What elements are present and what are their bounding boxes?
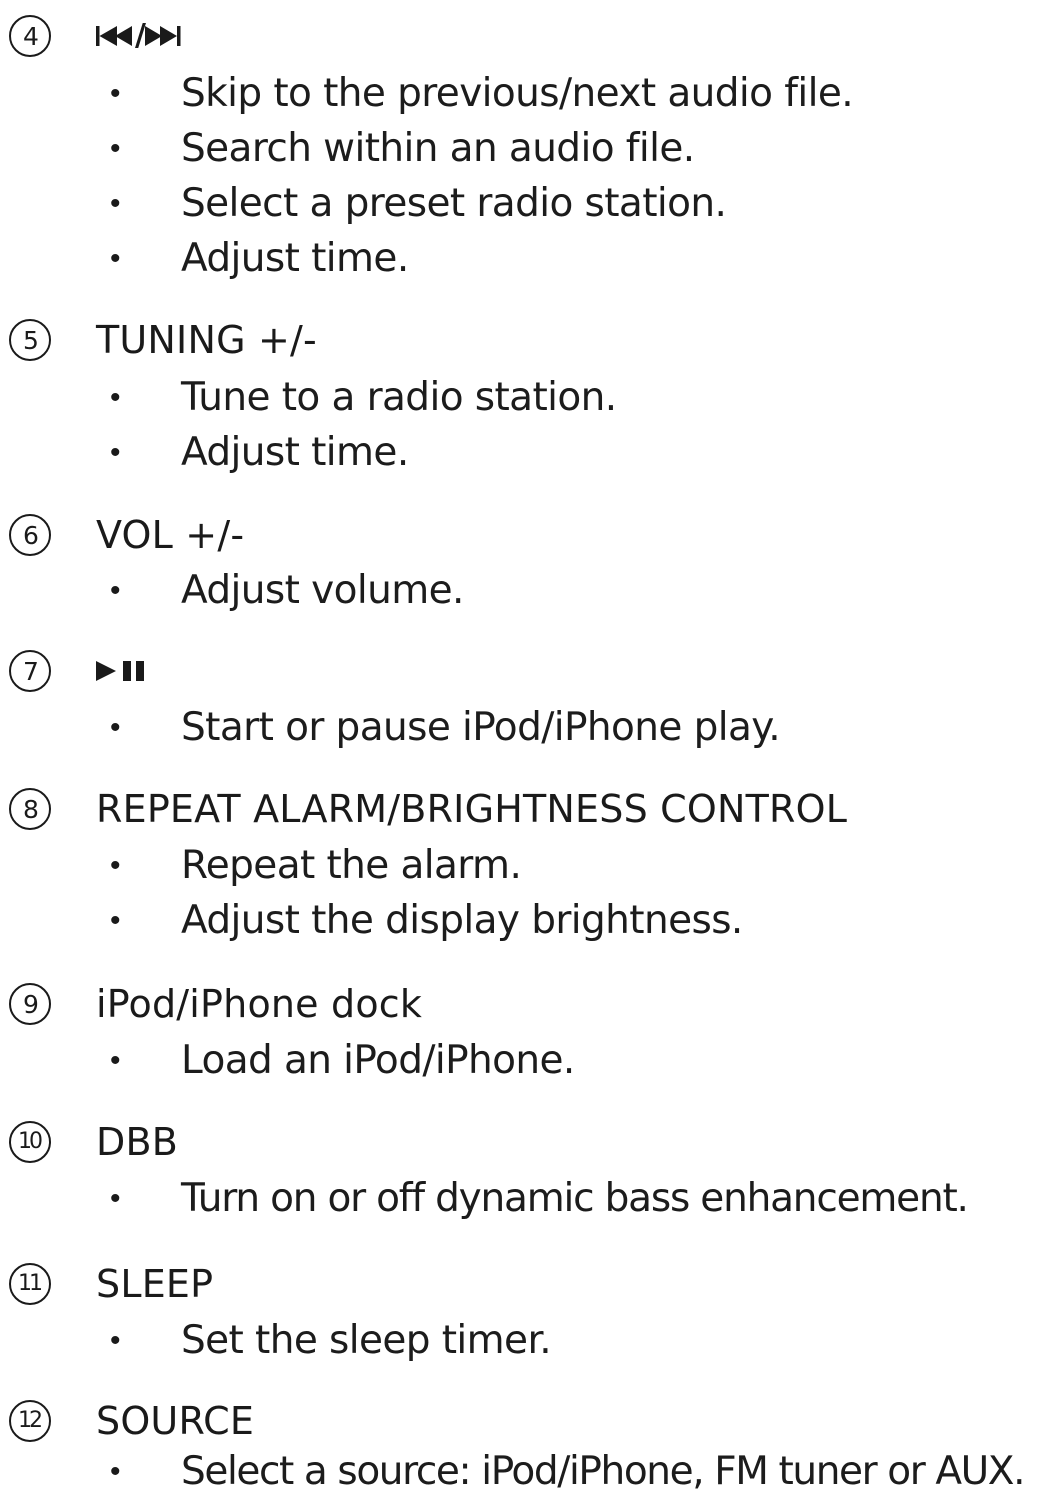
bullet-list: • Start or pause iPod/iPhone play. <box>0 700 1060 755</box>
item-title <box>96 649 160 693</box>
bullet-dot: • <box>110 1454 121 1489</box>
bullet-dot: • <box>110 131 121 166</box>
bullet-dot: • <box>110 380 121 415</box>
bullet-text: Repeat the alarm. <box>181 843 522 888</box>
item-number: 9 <box>23 989 39 1019</box>
bullet-dot: • <box>110 1181 121 1216</box>
list-item: • Adjust time. <box>0 425 1060 480</box>
item-number-badge: 4 <box>9 15 51 57</box>
item-number: 7 <box>23 656 39 686</box>
list-item: • Set the sleep timer. <box>0 1313 1060 1368</box>
item-title: SLEEP <box>96 1262 214 1306</box>
bullet-list: • Repeat the alarm. • Adjust the display b… <box>0 838 1060 948</box>
bullet-text: Adjust time. <box>181 236 409 281</box>
list-item: • Start or pause iPod/iPhone play. <box>0 700 1060 755</box>
list-item: • Search within an audio file. <box>0 121 1060 176</box>
list-item: • Turn on or off dynamic bass enhancement… <box>0 1171 1060 1226</box>
play-pause-icon <box>96 658 160 684</box>
bullet-text: Load an iPod/iPhone. <box>181 1038 575 1083</box>
list-item: • Adjust volume. <box>0 563 1060 618</box>
item-number: 11 <box>18 1271 43 1296</box>
next-track-icon <box>145 24 193 48</box>
list-item: • Tune to a radio station. <box>0 370 1060 425</box>
bullet-text: Select a preset radio station. <box>181 181 727 226</box>
item-number-badge: 9 <box>9 983 51 1025</box>
bullet-text: Turn on or off dynamic bass enhancement. <box>181 1176 969 1221</box>
item-title: / <box>96 14 193 58</box>
item-title: REPEAT ALARM/BRIGHTNESS CONTROL <box>96 787 848 831</box>
bullet-list: • Load an iPod/iPhone. <box>0 1033 1060 1088</box>
item-number-badge: 11 <box>9 1263 51 1305</box>
item-title: VOL +/- <box>96 513 245 557</box>
list-item: • Adjust the display brightness. <box>0 893 1060 948</box>
bullet-dot: • <box>110 573 121 608</box>
bullet-text: Adjust volume. <box>181 568 464 613</box>
bullet-dot: • <box>110 848 121 883</box>
manual-page: 4 / • Skip to the previous/next audio fi… <box>0 0 1060 1497</box>
item-number: 6 <box>23 520 39 550</box>
bullet-dot: • <box>110 710 121 745</box>
bullet-text: Select a source: iPod/iPhone, FM tuner o… <box>181 1449 1025 1494</box>
item-number-badge: 12 <box>9 1400 51 1442</box>
bullet-list: • Adjust volume. <box>0 563 1060 618</box>
bullet-list: • Tune to a radio station. • Adjust time. <box>0 370 1060 480</box>
item-title: DBB <box>96 1120 178 1164</box>
item-number-badge: 5 <box>9 319 51 361</box>
bullet-text: Skip to the previous/next audio file. <box>181 71 854 116</box>
item-number-badge: 8 <box>9 788 51 830</box>
bullet-list: • Skip to the previous/next audio file. •… <box>0 66 1060 286</box>
bullet-dot: • <box>110 1323 121 1358</box>
item-number: 12 <box>18 1408 43 1433</box>
item-title: SOURCE <box>96 1399 255 1443</box>
list-item: • Repeat the alarm. <box>0 838 1060 893</box>
item-title: iPod/iPhone dock <box>96 982 423 1026</box>
list-item: • Select a preset radio station. <box>0 176 1060 231</box>
item-number: 5 <box>23 325 39 355</box>
item-number: 8 <box>23 794 39 824</box>
item-number: 10 <box>18 1129 43 1154</box>
bullet-list: • Select a source: iPod/iPhone, FM tuner … <box>0 1444 1060 1499</box>
bullet-text: Start or pause iPod/iPhone play. <box>181 705 781 750</box>
bullet-dot: • <box>110 1043 121 1078</box>
bullet-dot: • <box>110 186 121 221</box>
item-number-badge: 7 <box>9 650 51 692</box>
item-number-badge: 6 <box>9 514 51 556</box>
bullet-list: • Set the sleep timer. <box>0 1313 1060 1368</box>
list-item: • Select a source: iPod/iPhone, FM tuner … <box>0 1444 1060 1499</box>
bullet-dot: • <box>110 76 121 111</box>
bullet-list: • Turn on or off dynamic bass enhancement… <box>0 1171 1060 1226</box>
item-title: TUNING +/- <box>96 318 317 362</box>
bullet-text: Search within an audio file. <box>181 126 695 171</box>
bullet-text: Tune to a radio station. <box>181 375 617 420</box>
bullet-text: Adjust time. <box>181 430 409 475</box>
list-item: • Skip to the previous/next audio file. <box>0 66 1060 121</box>
list-item: • Adjust time. <box>0 231 1060 286</box>
bullet-text: Adjust the display brightness. <box>181 898 743 943</box>
list-item: • Load an iPod/iPhone. <box>0 1033 1060 1088</box>
item-number-badge: 10 <box>9 1121 51 1163</box>
item-number: 4 <box>23 21 39 51</box>
bullet-dot: • <box>110 903 121 938</box>
bullet-text: Set the sleep timer. <box>181 1318 552 1363</box>
bullet-dot: • <box>110 435 121 470</box>
bullet-dot: • <box>110 241 121 276</box>
